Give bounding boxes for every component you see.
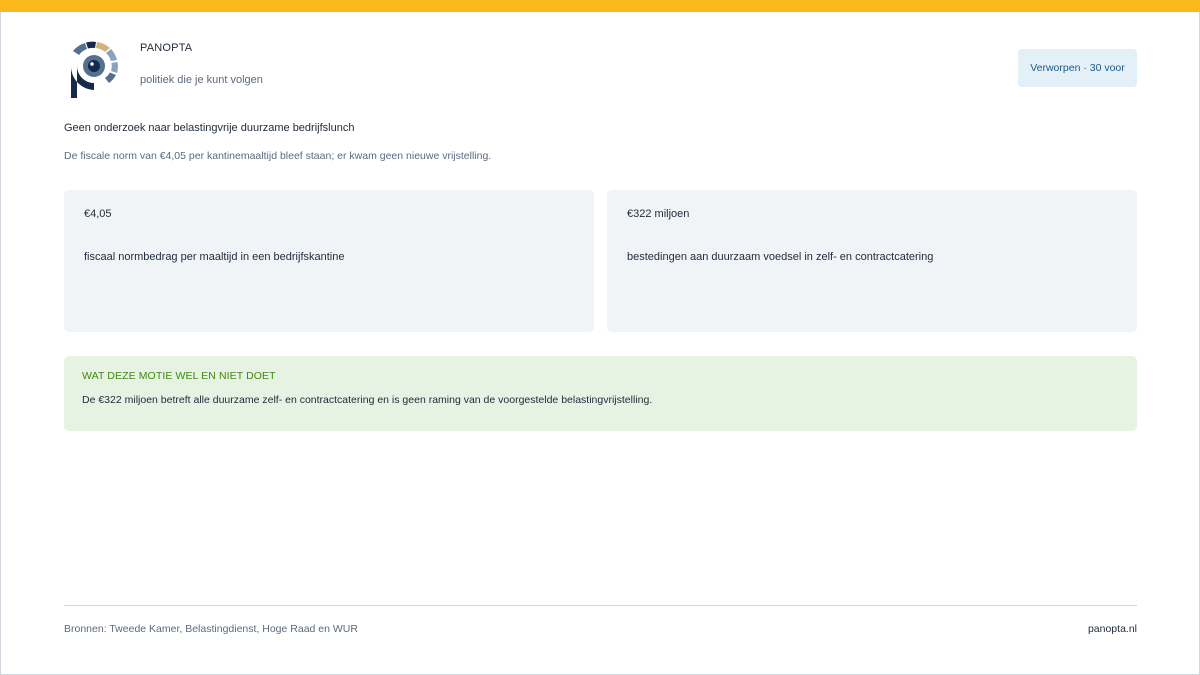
motion-summary: De fiscale norm van €4,05 per kantinemaa… bbox=[64, 150, 492, 162]
accent-top-bar bbox=[0, 0, 1200, 12]
logo-ring-segment-blue-1 bbox=[106, 49, 117, 61]
page-frame bbox=[0, 0, 1200, 675]
logo-ring-segment-navy bbox=[86, 41, 96, 49]
panopta-eye-logo-icon bbox=[70, 41, 118, 98]
note-label: WAT DEZE MOTIE WEL EN NIET DOET bbox=[82, 370, 276, 382]
stat-value: €322 miljoen bbox=[627, 208, 690, 220]
site-link[interactable]: panopta.nl bbox=[1088, 623, 1137, 635]
logo-eye-pupil bbox=[88, 60, 100, 72]
brand-tagline: politiek die je kunt volgen bbox=[140, 74, 263, 86]
logo-eye-highlight bbox=[90, 62, 94, 66]
stat-card-meal-norm: €4,05 fiscaal normbedrag per maaltijd in… bbox=[64, 190, 594, 332]
logo-ring-segment-tan bbox=[96, 42, 110, 52]
stat-value: €4,05 bbox=[84, 208, 112, 220]
brand-name: PANOPTA bbox=[140, 42, 193, 54]
stat-card-sustainable-spending: €322 miljoen bestedingen aan duurzaam vo… bbox=[607, 190, 1137, 332]
motion-scope-note: WAT DEZE MOTIE WEL EN NIET DOET De €322 … bbox=[64, 356, 1137, 431]
stat-description: bestedingen aan duurzaam voedsel in zelf… bbox=[627, 251, 934, 263]
status-badge: Verworpen · 30 voor bbox=[1018, 49, 1137, 87]
logo-ring-segment-blue-2 bbox=[111, 62, 118, 73]
logo-ring-segment-slate-2 bbox=[105, 72, 116, 83]
motion-title: Geen onderzoek naar belastingvrije duurz… bbox=[64, 122, 355, 134]
footer-sources: Bronnen: Tweede Kamer, Belastingdienst, … bbox=[64, 623, 358, 635]
stat-description: fiscaal normbedrag per maaltijd in een b… bbox=[84, 251, 345, 263]
footer-divider bbox=[64, 605, 1137, 606]
logo-ring-segment-slate bbox=[73, 43, 87, 55]
note-text: De €322 miljoen betreft alle duurzame ze… bbox=[82, 394, 653, 406]
